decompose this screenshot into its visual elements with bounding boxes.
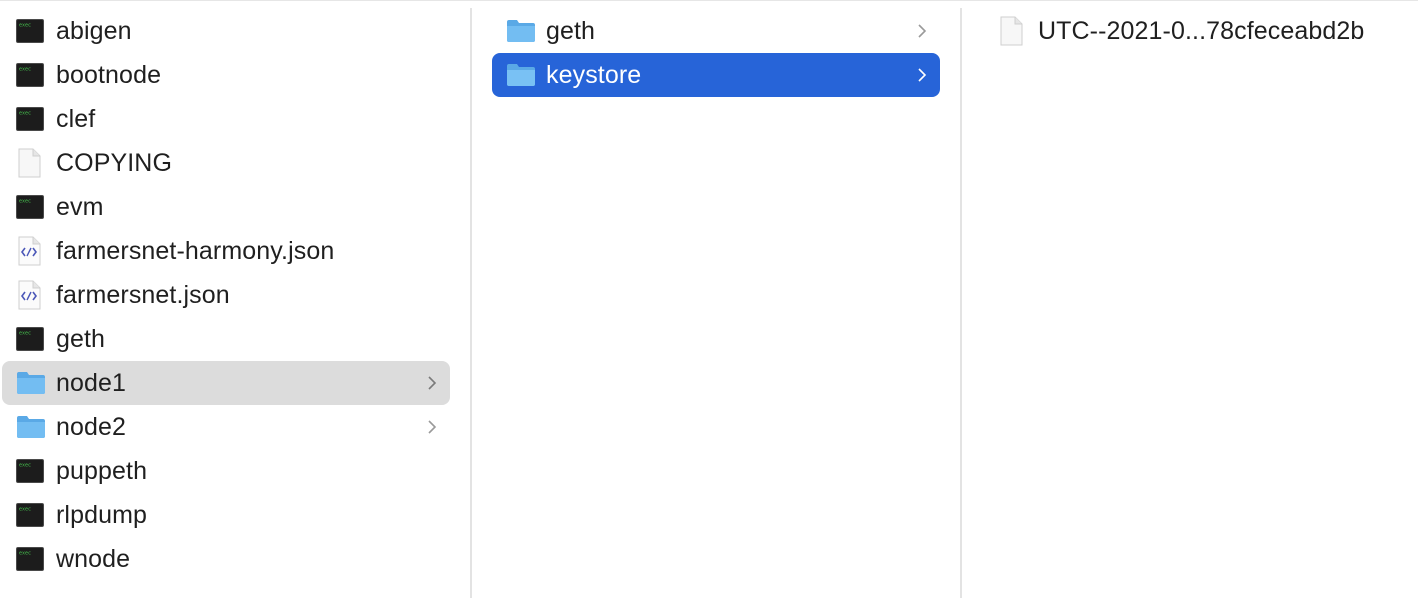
terminal-icon: exec xyxy=(16,60,46,90)
list-item-keystore[interactable]: keystore xyxy=(492,53,940,97)
list-item-puppeth[interactable]: exec puppeth xyxy=(2,449,450,493)
terminal-icon: exec xyxy=(16,324,46,354)
chevron-right-icon xyxy=(426,418,438,436)
column-3[interactable]: UTC--2021-0...78cfeceabd2b xyxy=(962,0,1418,598)
item-label: bootnode xyxy=(56,60,162,89)
list-item-node2[interactable]: node2 xyxy=(2,405,450,449)
document-icon xyxy=(998,16,1028,46)
item-label: geth xyxy=(56,324,106,353)
item-label: node1 xyxy=(56,368,127,397)
list-item-geth[interactable]: exec geth xyxy=(2,317,450,361)
svg-text:exec: exec xyxy=(19,67,31,73)
svg-text:exec: exec xyxy=(19,551,31,557)
terminal-icon: exec xyxy=(16,192,46,222)
terminal-icon: exec xyxy=(16,16,46,46)
list-item-wnode[interactable]: exec wnode xyxy=(2,537,450,581)
terminal-icon: exec xyxy=(16,104,46,134)
folder-icon xyxy=(506,60,536,90)
item-label: wnode xyxy=(56,544,131,573)
folder-icon xyxy=(16,368,46,398)
svg-text:exec: exec xyxy=(19,507,31,513)
item-label: node2 xyxy=(56,412,127,441)
item-label: evm xyxy=(56,192,104,221)
chevron-right-icon xyxy=(916,66,928,84)
item-label: COPYING xyxy=(56,148,172,177)
list-item-rlpdump[interactable]: exec rlpdump xyxy=(2,493,450,537)
item-label: UTC--2021-0...78cfeceabd2b xyxy=(1038,16,1365,45)
item-label: clef xyxy=(56,104,96,133)
list-item-utc-keyfile[interactable]: UTC--2021-0...78cfeceabd2b xyxy=(992,9,1412,53)
svg-text:exec: exec xyxy=(19,463,31,469)
svg-text:exec: exec xyxy=(19,199,31,205)
item-label: geth xyxy=(546,16,596,45)
finder-column-browser: exec abigen exec bootnode exec clef COPY… xyxy=(0,0,1418,598)
svg-text:exec: exec xyxy=(19,23,31,29)
list-item-node1[interactable]: node1 xyxy=(2,361,450,405)
terminal-icon: exec xyxy=(16,544,46,574)
column-1[interactable]: exec abigen exec bootnode exec clef COPY… xyxy=(0,0,470,598)
list-item-evm[interactable]: exec evm xyxy=(2,185,450,229)
json-file-icon xyxy=(16,280,46,310)
item-label: farmersnet.json xyxy=(56,280,230,309)
json-file-icon xyxy=(16,236,46,266)
folder-icon xyxy=(16,412,46,442)
item-label: farmersnet-harmony.json xyxy=(56,236,335,265)
folder-icon xyxy=(506,16,536,46)
list-item-farmersnet-harmony-json[interactable]: farmersnet-harmony.json xyxy=(2,229,450,273)
list-item-clef[interactable]: exec clef xyxy=(2,97,450,141)
terminal-icon: exec xyxy=(16,456,46,486)
item-label: abigen xyxy=(56,16,132,45)
list-item-bootnode[interactable]: exec bootnode xyxy=(2,53,450,97)
column-2[interactable]: geth keystore xyxy=(472,0,960,598)
list-item-farmersnet-json[interactable]: farmersnet.json xyxy=(2,273,450,317)
list-item-geth-folder[interactable]: geth xyxy=(492,9,940,53)
chevron-right-icon xyxy=(916,22,928,40)
item-label: rlpdump xyxy=(56,500,148,529)
chevron-right-icon xyxy=(426,374,438,392)
list-item-copying[interactable]: COPYING xyxy=(2,141,450,185)
svg-text:exec: exec xyxy=(19,331,31,337)
item-label: puppeth xyxy=(56,456,148,485)
item-label: keystore xyxy=(546,60,642,89)
terminal-icon: exec xyxy=(16,500,46,530)
list-item-abigen[interactable]: exec abigen xyxy=(2,9,450,53)
document-icon xyxy=(16,148,46,178)
svg-text:exec: exec xyxy=(19,111,31,117)
